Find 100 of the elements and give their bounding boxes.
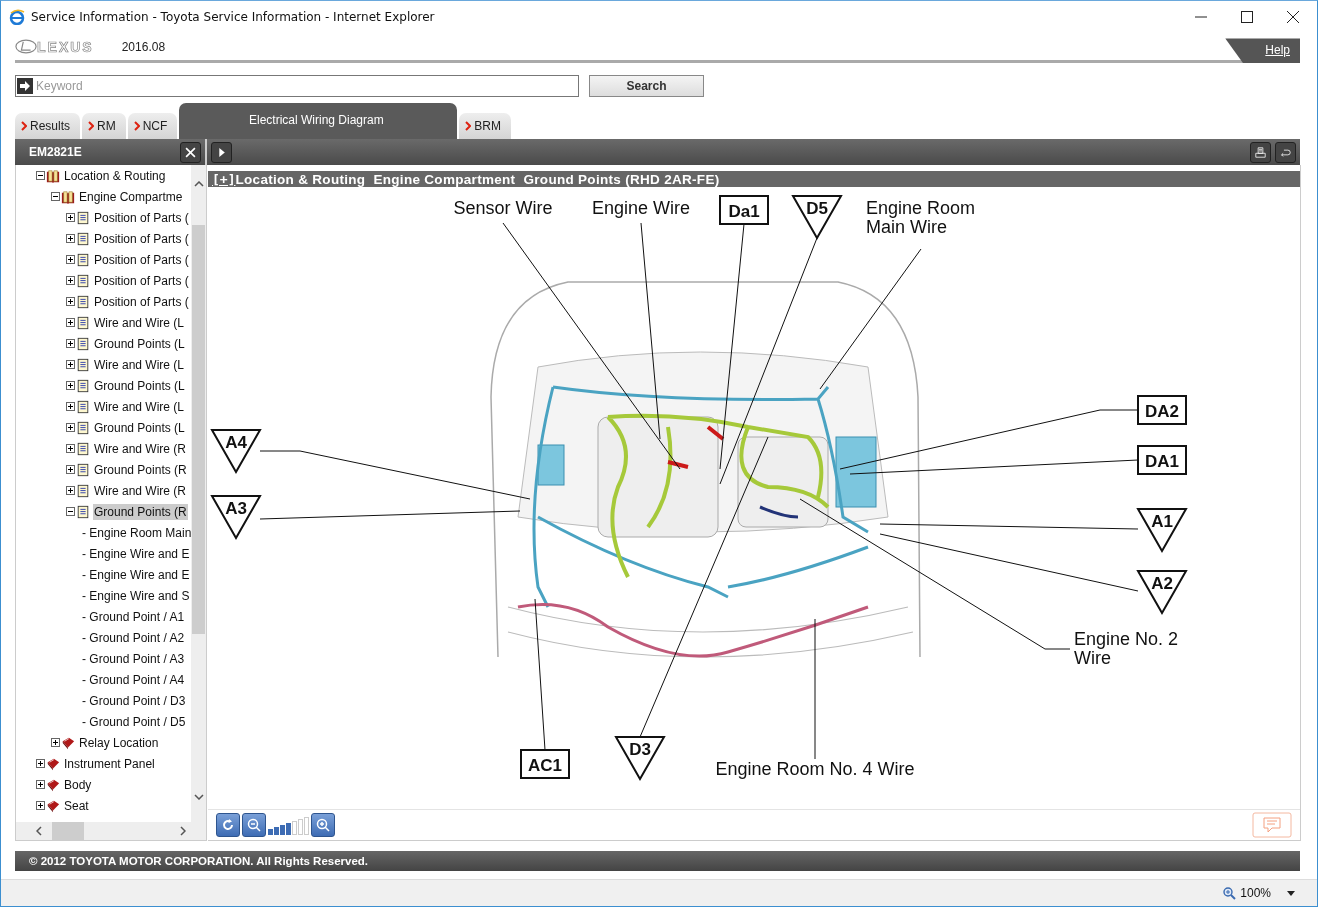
horizontal-scrollbar[interactable]	[16, 822, 206, 841]
tree-item[interactable]: Wire and Wire (L	[93, 314, 186, 331]
chevron-icon	[465, 121, 472, 132]
tree-item[interactable]: Ground Points (R	[93, 503, 188, 520]
tree-item[interactable]: - Ground Point / A4	[81, 671, 186, 688]
expander-toggle[interactable]	[66, 234, 75, 244]
tree-item[interactable]: Engine Compartme	[78, 188, 184, 205]
zoom-percentage[interactable]: 100%	[1240, 886, 1271, 901]
tree-item[interactable]: Wire and Wire (R	[93, 440, 187, 457]
copyright-text: © 2012 TOYOTA MOTOR CORPORATION. All Rights Reserved.	[29, 855, 369, 868]
document-icon	[76, 210, 90, 225]
expander-toggle[interactable]	[36, 780, 45, 790]
chevron-down-icon[interactable]	[193, 794, 204, 801]
tree-item[interactable]: - Ground Point / D3	[81, 692, 187, 709]
zoom-icon[interactable]	[1222, 886, 1237, 901]
wire-label: Engine Room Main Wire	[866, 198, 976, 238]
chevron-icon	[21, 121, 27, 132]
tree-item[interactable]: Position of Parts (	[93, 293, 190, 310]
tab[interactable]: NCF	[127, 113, 178, 140]
tree-item[interactable]: - Ground Point / D5	[81, 713, 187, 730]
expander-toggle[interactable]	[66, 381, 75, 391]
expander-toggle[interactable]	[36, 801, 45, 811]
refresh-button[interactable]	[216, 813, 240, 838]
close-panel-button[interactable]	[180, 141, 201, 163]
expander-toggle[interactable]	[66, 486, 75, 496]
tree-item[interactable]: Ground Points (L	[93, 335, 186, 352]
tree-item[interactable]: Seat	[63, 797, 90, 814]
expander-toggle[interactable]	[66, 423, 75, 433]
tree-item[interactable]: Body	[63, 776, 93, 793]
expander-toggle[interactable]	[36, 759, 45, 769]
keyword-field[interactable]: Keyword	[15, 75, 579, 98]
brand-name: LEXUS	[37, 38, 94, 55]
tree-item[interactable]: - Engine Room Main	[81, 524, 191, 541]
ground-point-tag: A4	[210, 429, 262, 475]
expander-toggle[interactable]	[66, 465, 75, 475]
help-link[interactable]: Help	[1225, 38, 1300, 64]
chevron-right-icon[interactable]	[180, 826, 186, 837]
expander-toggle[interactable]	[66, 360, 75, 370]
tree-item[interactable]: Position of Parts (	[93, 272, 190, 289]
chevron-up-icon[interactable]	[193, 181, 204, 188]
tree-item[interactable]: - Ground Point / A2	[81, 629, 186, 646]
zoom-level-meter[interactable]	[268, 815, 309, 836]
tree-item[interactable]: Wire and Wire (L	[93, 398, 186, 415]
tree-item[interactable]: Wire and Wire (L	[93, 356, 186, 373]
document-icon	[76, 231, 90, 246]
search-button[interactable]: Search	[589, 75, 704, 98]
expander-toggle[interactable]	[36, 171, 45, 181]
open-book-icon	[46, 168, 60, 183]
document-icon	[76, 336, 90, 351]
tree-item[interactable]: Position of Parts (	[93, 251, 190, 268]
tree-item[interactable]: - Engine Wire and S	[81, 587, 191, 604]
zoom-out-button[interactable]	[242, 813, 266, 838]
tree-item[interactable]: - Engine Wire and E	[81, 545, 191, 562]
expander-toggle[interactable]	[66, 297, 75, 307]
tree-item[interactable]: Ground Points (R	[93, 461, 188, 478]
tree-item[interactable]: Location & Routing	[63, 167, 167, 184]
print-button[interactable]	[1250, 141, 1271, 163]
ground-point-tag: D3	[614, 736, 666, 782]
tab[interactable]: RM	[82, 113, 126, 140]
expander-toggle[interactable]	[66, 213, 75, 223]
expander-toggle[interactable]	[66, 444, 75, 454]
connector-tag: DA2	[1137, 395, 1187, 426]
scrollbar-thumb[interactable]	[52, 822, 84, 841]
expander-toggle[interactable]	[66, 402, 75, 412]
play-button[interactable]	[211, 141, 232, 163]
close-icon[interactable]	[1287, 11, 1299, 24]
tree-item[interactable]: Relay Location	[78, 734, 160, 751]
tree-item[interactable]: Ground Points (L	[93, 377, 186, 394]
tree-item[interactable]: - Ground Point / A3	[81, 650, 186, 667]
zoom-in-button[interactable]	[311, 813, 335, 838]
connector-tag: DA1	[1137, 445, 1187, 476]
expand-toggle-link[interactable]: [+]	[212, 171, 236, 187]
tree-item[interactable]: Position of Parts (	[93, 209, 190, 226]
tab[interactable]: Results	[15, 113, 80, 140]
expander-toggle[interactable]	[66, 339, 75, 349]
expander-toggle[interactable]	[66, 276, 75, 286]
expander-toggle[interactable]	[66, 255, 75, 265]
maximize-icon[interactable]	[1241, 11, 1253, 24]
tab[interactable]: BRM	[459, 113, 512, 140]
tree-item[interactable]: - Engine Wire and E	[81, 566, 191, 583]
zoom-out-icon	[246, 817, 262, 834]
expander-toggle[interactable]	[66, 507, 75, 517]
vertical-scrollbar[interactable]	[191, 165, 206, 823]
tree-item[interactable]: Ground Points (L	[93, 419, 186, 436]
expander-toggle[interactable]	[66, 318, 75, 328]
return-button[interactable]	[1275, 141, 1296, 163]
play-icon	[216, 146, 227, 158]
document-icon	[76, 357, 90, 372]
tree-item[interactable]: Wire and Wire (R	[93, 482, 187, 499]
document-icon	[76, 315, 90, 330]
tree-item[interactable]: Instrument Panel	[63, 755, 156, 772]
chevron-left-icon[interactable]	[36, 826, 42, 837]
expander-toggle[interactable]	[51, 738, 60, 748]
tree-item[interactable]: - Ground Point / A1	[81, 608, 186, 625]
expander-toggle[interactable]	[51, 192, 60, 202]
dropdown-caret-icon[interactable]	[1287, 890, 1295, 896]
open-book-icon	[61, 189, 75, 204]
tree-item[interactable]: Position of Parts (	[93, 230, 190, 247]
tab[interactable]: Electrical Wiring Diagram	[179, 103, 458, 140]
scrollbar-thumb[interactable]	[192, 225, 205, 635]
